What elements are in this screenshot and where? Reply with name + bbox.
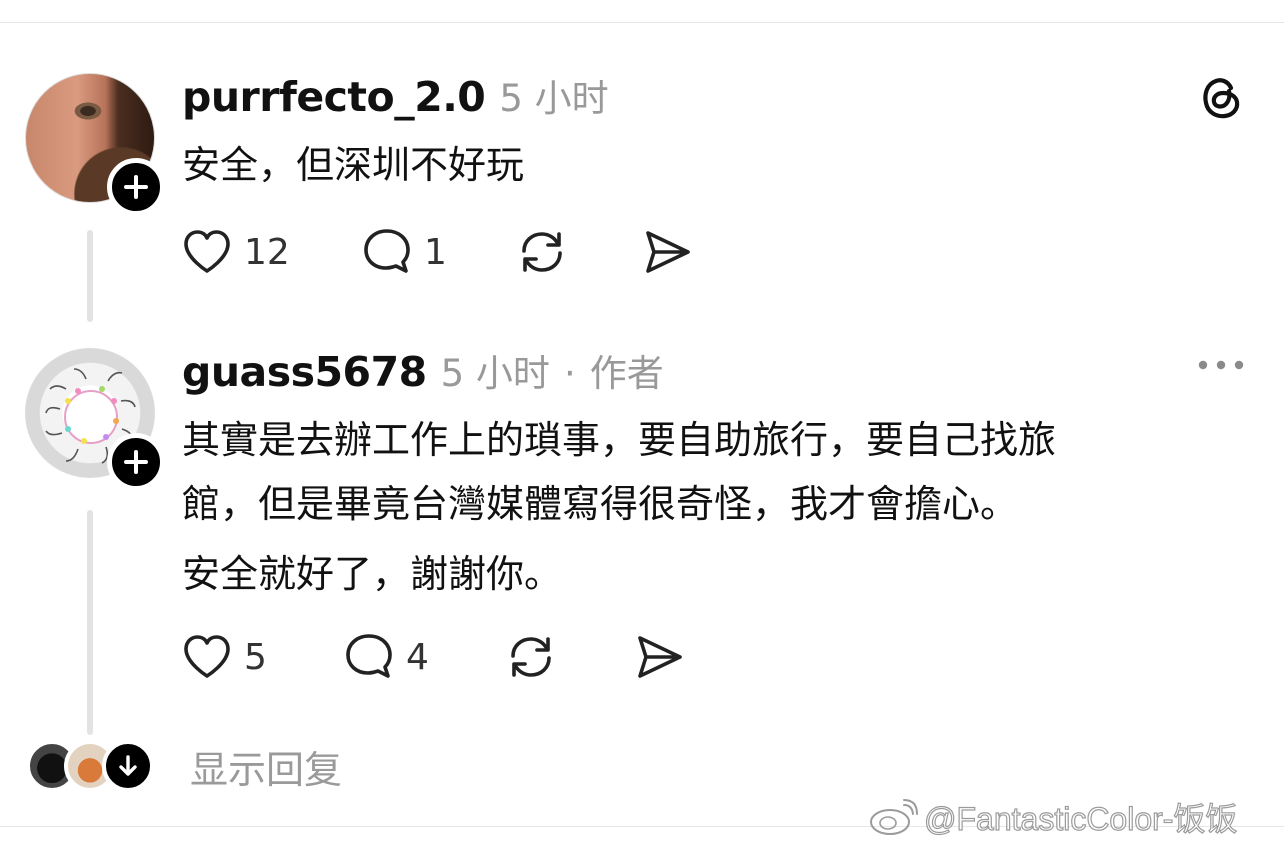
reply-button[interactable]: 1: [360, 225, 515, 279]
meta-separator: ·: [563, 352, 576, 395]
post-text-line: 館，但是畢竟台灣媒體寫得很奇怪，我才會擔心。: [182, 482, 1019, 526]
post-card: guass5678 5 小时 · 作者 其實是去辦工作上的瑣事，要自助旅行，要自…: [0, 335, 1284, 735]
show-replies-label[interactable]: 显示回复: [190, 739, 342, 794]
watermark: @FantasticColor-饭饭: [868, 792, 1238, 842]
post-header: purrfecto_2.0 5 小时: [182, 68, 609, 121]
heart-icon: [184, 230, 230, 273]
thread-line: [87, 510, 93, 735]
repost-button[interactable]: [504, 630, 632, 684]
send-icon: [646, 231, 690, 273]
author-tag: 作者: [589, 352, 664, 395]
plus-icon: [124, 175, 148, 199]
timestamp: 5 小时: [440, 352, 550, 395]
threads-logo-icon[interactable]: [1195, 72, 1247, 124]
post-text-line: 安全，但深圳不好玩: [182, 143, 525, 187]
arrow-down-icon: [119, 755, 137, 776]
post-header: guass5678 5 小时 · 作者: [182, 343, 664, 396]
share-button[interactable]: [640, 225, 694, 279]
action-bar: 12 1: [180, 222, 694, 282]
reply-count: 1: [424, 231, 447, 273]
repost-button[interactable]: [515, 225, 640, 279]
expand-replies-button[interactable]: [102, 740, 154, 792]
watermark-text: @FantasticColor-饭饭: [923, 800, 1238, 837]
top-divider: [0, 22, 1284, 23]
reply-button[interactable]: 4: [342, 630, 504, 684]
like-count: 12: [244, 231, 290, 273]
post-text: 其實是去辦工作上的瑣事，要自助旅行，要自己找旅 館，但是畢竟台灣媒體寫得很奇怪，…: [182, 408, 1056, 606]
post-card: purrfecto_2.0 5 小时 安全，但深圳不好玩 12 1: [0, 60, 1284, 330]
timestamp: 5 小时: [499, 77, 609, 120]
send-icon: [638, 636, 682, 678]
thread-line: [87, 230, 93, 322]
comment-icon: [364, 229, 410, 273]
heart-icon: [184, 635, 230, 678]
repost-icon: [511, 637, 551, 677]
username[interactable]: guass5678: [182, 348, 427, 396]
comment-icon: [346, 634, 392, 678]
like-button[interactable]: 5: [180, 630, 342, 684]
weibo-logo-icon: [870, 799, 918, 835]
post-text: 安全，但深圳不好玩: [182, 133, 524, 197]
repost-icon: [522, 232, 562, 272]
show-replies-row[interactable]: 显示回复: [0, 735, 1284, 800]
username[interactable]: purrfecto_2.0: [182, 73, 486, 121]
reply-count: 4: [406, 636, 429, 678]
follow-button[interactable]: [107, 158, 165, 216]
follow-button[interactable]: [107, 433, 165, 491]
post-text-line: 安全就好了，謝謝你。: [182, 552, 563, 596]
like-button[interactable]: 12: [180, 225, 360, 279]
more-icon[interactable]: [1196, 355, 1246, 375]
plus-icon: [124, 450, 148, 474]
post-text-line: 其實是去辦工作上的瑣事，要自助旅行，要自己找旅: [182, 418, 1057, 462]
like-count: 5: [244, 636, 267, 678]
share-button[interactable]: [632, 630, 686, 684]
action-bar: 5 4: [180, 627, 686, 687]
